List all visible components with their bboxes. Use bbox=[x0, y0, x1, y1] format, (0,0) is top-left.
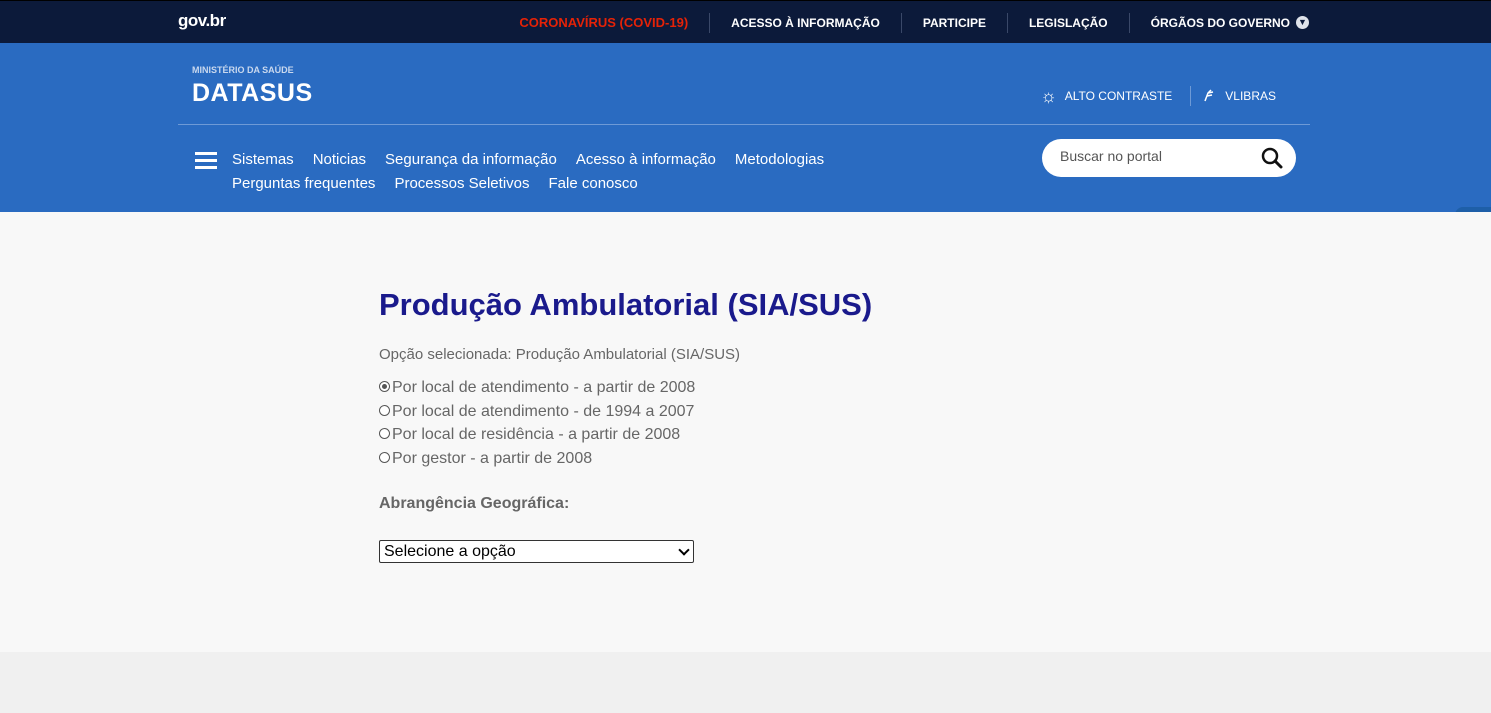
header-divider bbox=[178, 124, 1310, 125]
page-title: Produção Ambulatorial (SIA/SUS) bbox=[379, 287, 873, 322]
search-icon[interactable] bbox=[1261, 147, 1283, 169]
radio-button[interactable] bbox=[379, 428, 390, 440]
nav-metodologias[interactable]: Metodologias bbox=[735, 151, 824, 169]
nav-sistemas[interactable]: Sistemas bbox=[232, 151, 294, 169]
site-brand[interactable]: DATASUS bbox=[192, 79, 313, 108]
radio-option-gestor-2008[interactable]: Por gestor - a partir de 2008 bbox=[379, 447, 695, 471]
footer-band bbox=[0, 652, 1491, 713]
chevron-down-icon bbox=[678, 544, 690, 556]
search-input[interactable] bbox=[1060, 148, 1250, 164]
govlink-acesso-informacao[interactable]: ACESSO À INFORMAÇÃO bbox=[709, 12, 901, 33]
search-box bbox=[1042, 139, 1296, 177]
select-value: Selecione a opção bbox=[384, 543, 516, 560]
nav-perguntas-frequentes[interactable]: Perguntas frequentes bbox=[232, 175, 375, 193]
nav-noticias[interactable]: Noticias bbox=[313, 151, 366, 169]
radio-label: Por local de atendimento - de 1994 a 200… bbox=[392, 402, 695, 420]
radio-label: Por gestor - a partir de 2008 bbox=[392, 449, 593, 467]
govbr-logo[interactable]: gov.br bbox=[178, 11, 226, 31]
vlibras-button[interactable]: VLIBRAS bbox=[1190, 86, 1276, 106]
site-header: MINISTÉRIO DA SAÚDE DATASUS ☼ ALTO CONTR… bbox=[0, 43, 1491, 212]
high-contrast-button[interactable]: ☼ ALTO CONTRASTE bbox=[1040, 87, 1172, 105]
nav-fale-conosco[interactable]: Fale conosco bbox=[549, 175, 638, 193]
ministry-label: MINISTÉRIO DA SAÚDE bbox=[192, 65, 294, 75]
radio-option-atendimento-2008[interactable]: Por local de atendimento - a partir de 2… bbox=[379, 376, 695, 400]
main-nav: Sistemas Noticias Segurança da informaçã… bbox=[232, 151, 992, 193]
main-content: Produção Ambulatorial (SIA/SUS) Opção se… bbox=[0, 212, 1491, 652]
menu-icon[interactable] bbox=[195, 152, 217, 170]
govlink-participe[interactable]: PARTICIPE bbox=[900, 12, 1007, 33]
radio-label: Por local de residência - a partir de 20… bbox=[392, 426, 681, 444]
govlink-orgaos-label: ÓRGÃOS DO GOVERNO bbox=[1150, 15, 1290, 30]
gov-links: CORONAVÍRUS (COVID-19) ACESSO À INFORMAÇ… bbox=[498, 1, 1309, 44]
chevron-down-icon: ▼ bbox=[1296, 16, 1309, 29]
radio-button[interactable] bbox=[379, 380, 390, 392]
govlink-legislacao[interactable]: LEGISLAÇÃO bbox=[1006, 12, 1129, 33]
nav-seguranca-informacao[interactable]: Segurança da informação bbox=[385, 151, 557, 169]
accessibility-tools: ☼ ALTO CONTRASTE VLIBRAS bbox=[1040, 86, 1276, 106]
radio-option-atendimento-1994-2007[interactable]: Por local de atendimento - de 1994 a 200… bbox=[379, 400, 695, 424]
selected-option-text: Opção selecionada: Produção Ambulatorial… bbox=[379, 346, 741, 363]
sun-icon: ☼ bbox=[1040, 86, 1057, 106]
gov-top-bar: gov.br CORONAVÍRUS (COVID-19) ACESSO À I… bbox=[0, 0, 1491, 43]
sign-language-icon bbox=[1201, 87, 1217, 106]
vlibras-label: VLIBRAS bbox=[1225, 89, 1276, 103]
radio-button[interactable] bbox=[379, 404, 390, 416]
radio-button[interactable] bbox=[379, 451, 390, 463]
nav-acesso-informacao[interactable]: Acesso à informação bbox=[576, 151, 716, 169]
geo-scope-select[interactable]: Selecione a opção bbox=[379, 540, 694, 563]
geo-scope-label: Abrangência Geográfica: bbox=[379, 495, 570, 512]
govlink-orgaos-governo[interactable]: ÓRGÃOS DO GOVERNO ▼ bbox=[1128, 12, 1309, 33]
nav-processos-seletivos[interactable]: Processos Seletivos bbox=[394, 175, 529, 193]
radio-option-residencia-2008[interactable]: Por local de residência - a partir de 20… bbox=[379, 423, 695, 447]
radio-group: Por local de atendimento - a partir de 2… bbox=[379, 376, 695, 471]
govlink-covid[interactable]: CORONAVÍRUS (COVID-19) bbox=[498, 13, 709, 33]
high-contrast-label: ALTO CONTRASTE bbox=[1064, 89, 1173, 103]
radio-label: Por local de atendimento - a partir de 2… bbox=[392, 378, 696, 396]
